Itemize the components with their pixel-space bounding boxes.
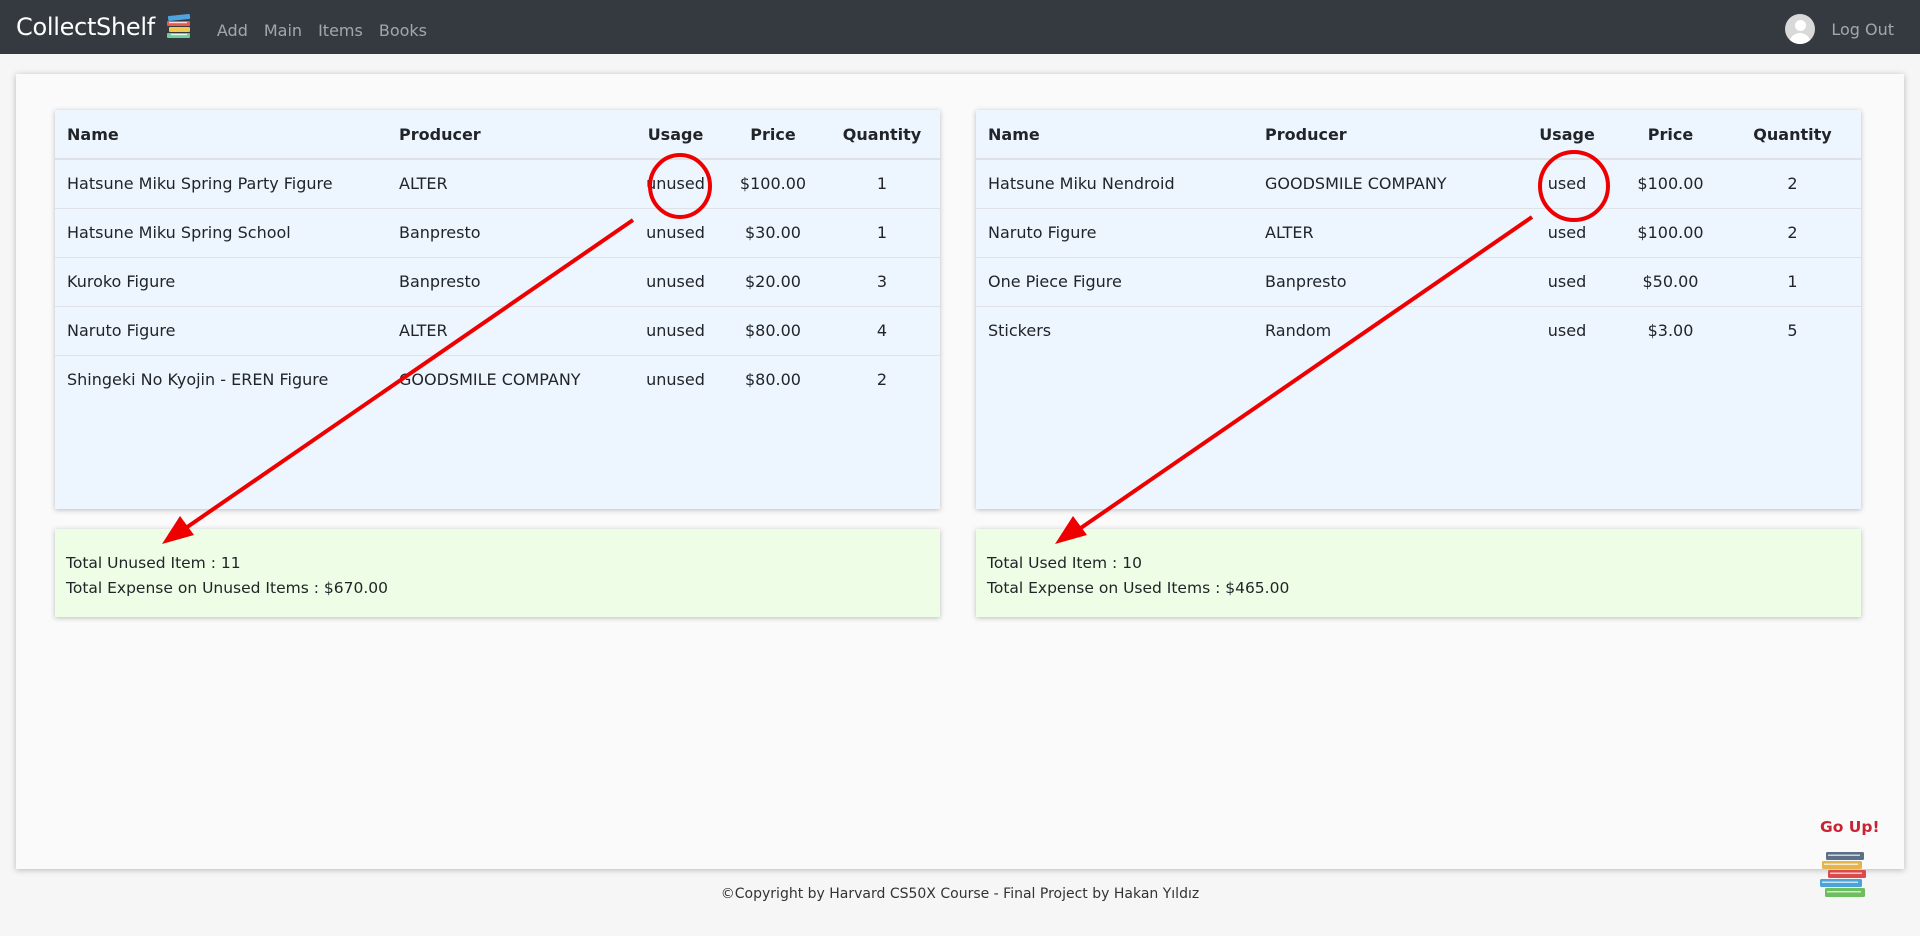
cell-name: Kuroko Figure (55, 257, 387, 307)
column-header-quantity: Quantity (824, 110, 940, 160)
logout-link[interactable]: Log Out (1831, 20, 1894, 39)
nav-link-items[interactable]: Items (318, 21, 363, 40)
navbar: CollectShelf Add Main Items Books Log Ou… (0, 0, 1920, 54)
used-items-table-card: Name Producer Usage Price Quantity Hatsu… (976, 110, 1861, 509)
table-header-row: Name Producer Usage Price Quantity (976, 110, 1861, 160)
cell-price: $50.00 (1617, 257, 1724, 307)
cell-usage: used (1517, 257, 1617, 307)
go-up-link[interactable]: Go Up! (1820, 818, 1880, 836)
brand-name: CollectShelf (16, 13, 155, 41)
cell-producer: Random (1265, 321, 1332, 341)
cell-name: Shingeki No Kyojin - EREN Figure (67, 370, 329, 390)
table-row: Hatsune Miku Nendroid GOODSMILE COMPANY … (976, 159, 1861, 209)
cell-usage: unused (629, 208, 722, 258)
total-unused-expense-text: Total Expense on Unused Items : $670.00 (66, 579, 388, 597)
table-header-row: Name Producer Usage Price Quantity (55, 110, 940, 160)
cell-price: $30.00 (722, 208, 824, 258)
table-row: Kuroko Figure Banpresto unused $20.00 3 (55, 257, 940, 307)
cell-usage: unused (629, 257, 722, 307)
cell-quantity: 2 (1724, 159, 1861, 209)
unused-summary-card: Total Unused Item : 11 Total Expense on … (55, 529, 940, 617)
used-summary-card: Total Used Item : 10 Total Expense on Us… (976, 529, 1861, 617)
cell-name: Hatsune Miku Spring Party Figure (55, 159, 387, 209)
total-unused-item-text: Total Unused Item : 11 (66, 554, 241, 572)
cell-producer: ALTER (387, 306, 629, 356)
cell-price: $100.00 (1617, 159, 1724, 209)
total-used-item-text: Total Used Item : 10 (987, 554, 1142, 572)
column-header-price: Price (1617, 110, 1724, 160)
brand[interactable]: CollectShelf (16, 13, 193, 41)
unused-items-table: Name Producer Usage Price Quantity Hatsu… (55, 110, 940, 404)
cell-quantity: 1 (824, 159, 940, 209)
cell-quantity: 2 (1724, 208, 1861, 258)
cell-quantity: 3 (824, 257, 940, 307)
cell-usage: used (1547, 321, 1587, 341)
nav-link-add[interactable]: Add (217, 21, 248, 40)
cell-price: $100.00 (1617, 208, 1724, 258)
cell-name: Stickers (988, 321, 1052, 341)
table-row: One Piece Figure Banpresto used $50.00 1 (976, 257, 1861, 307)
cell-price: $80.00 (722, 306, 824, 356)
cell-name: Hatsune Miku Spring School (55, 208, 387, 258)
table-row: Stickers Random used $3.00 5 (976, 306, 1861, 355)
cell-quantity: 1 (824, 208, 940, 258)
user-menu: Log Out (1785, 14, 1894, 44)
nav-link-books[interactable]: Books (379, 21, 427, 40)
cell-price: $20.00 (722, 257, 824, 307)
cell-quantity: 1 (1724, 257, 1861, 307)
cell-producer: ALTER (1253, 208, 1517, 258)
column-header-producer: Producer (387, 110, 629, 160)
user-avatar-icon[interactable] (1785, 14, 1816, 44)
cell-price: $100.00 (722, 159, 824, 209)
cell-name: Naruto Figure (55, 306, 387, 356)
cell-quantity: 2 (876, 370, 888, 390)
cell-producer: ALTER (387, 159, 629, 209)
unused-items-table-card: Name Producer Usage Price Quantity Hatsu… (55, 110, 940, 509)
cell-name: Hatsune Miku Nendroid (976, 159, 1253, 209)
column-header-producer: Producer (1253, 110, 1517, 160)
table-row: Hatsune Miku Spring School Banpresto unu… (55, 208, 940, 258)
cell-producer: Banpresto (1253, 257, 1517, 307)
column-header-usage: Usage (629, 110, 722, 160)
cell-producer: Banpresto (387, 208, 629, 258)
cell-usage: unused (629, 306, 722, 356)
cell-price: $3.00 (1647, 321, 1694, 341)
cell-usage: used (1517, 159, 1617, 209)
cell-quantity: 4 (824, 306, 940, 356)
cell-usage: unused (629, 159, 722, 209)
table-row: Naruto Figure ALTER unused $80.00 4 (55, 306, 940, 356)
total-used-expense-text: Total Expense on Used Items : $465.00 (987, 579, 1290, 597)
cell-name: One Piece Figure (976, 257, 1253, 307)
cell-price: $80.00 (745, 370, 801, 390)
cell-usage: unused (646, 370, 705, 390)
column-header-name: Name (976, 110, 1253, 160)
column-header-price: Price (722, 110, 824, 160)
table-row: Hatsune Miku Spring Party Figure ALTER u… (55, 159, 940, 209)
cell-quantity: 5 (1787, 321, 1798, 341)
used-items-table: Name Producer Usage Price Quantity Hatsu… (976, 110, 1861, 355)
footer-copyright: ©Copyright by Harvard CS50X Course - Fin… (720, 886, 1200, 902)
cell-usage: used (1517, 208, 1617, 258)
cell-producer: Banpresto (387, 257, 629, 307)
table-row: Naruto Figure ALTER used $100.00 2 (976, 208, 1861, 258)
main-container: Name Producer Usage Price Quantity Hatsu… (16, 74, 1904, 869)
table-row: Shingeki No Kyojin - EREN Figure GOODSMI… (55, 355, 940, 404)
nav-links: Add Main Items Books (217, 21, 443, 40)
column-header-name: Name (55, 110, 387, 160)
cell-producer: GOODSMILE COMPANY (1253, 159, 1517, 209)
column-header-quantity: Quantity (1724, 110, 1861, 160)
cell-name: Naruto Figure (976, 208, 1253, 258)
books-icon (165, 14, 193, 40)
column-header-usage: Usage (1517, 110, 1617, 160)
cell-producer: GOODSMILE COMPANY (399, 370, 581, 390)
nav-link-main[interactable]: Main (264, 21, 302, 40)
